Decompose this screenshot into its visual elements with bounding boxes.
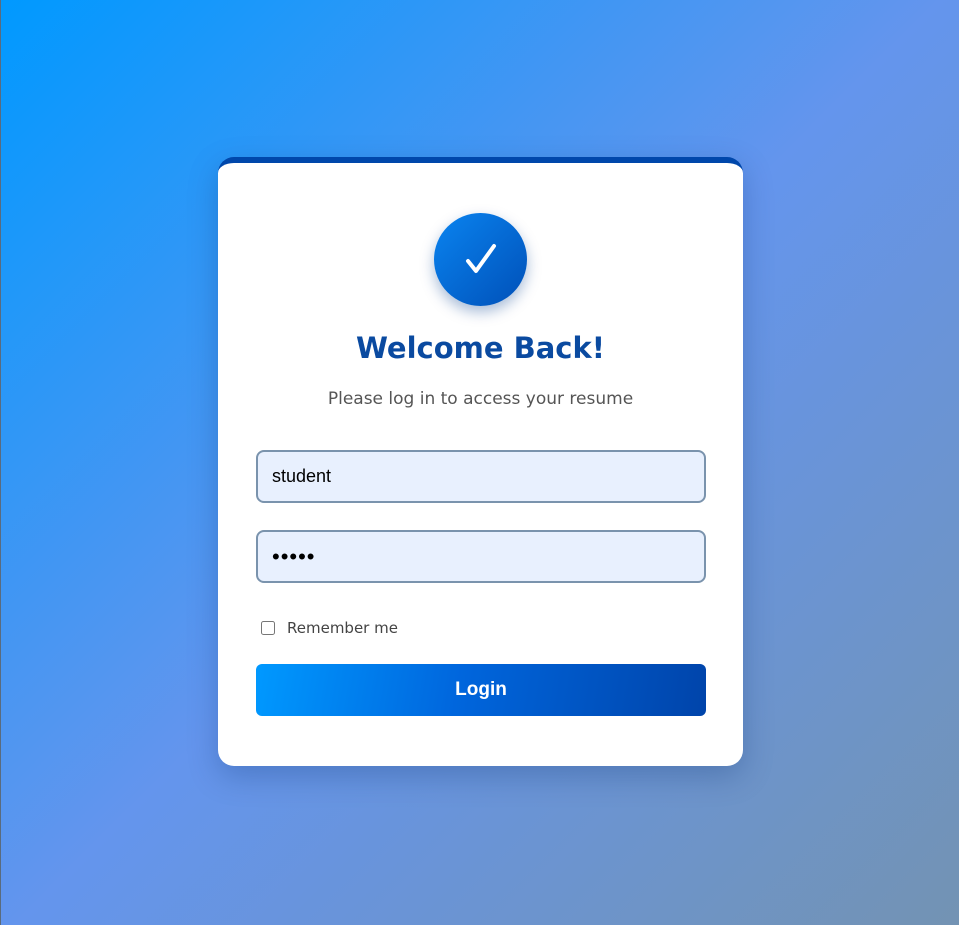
page-title: Welcome Back!: [355, 331, 606, 365]
logo-badge: [434, 213, 527, 306]
checkmark-icon: [465, 243, 496, 273]
remember-me-label: Remember me: [287, 619, 398, 637]
login-button[interactable]: Login: [256, 664, 706, 716]
window-edge: [0, 0, 1, 925]
login-card: Welcome Back! Please log in to access yo…: [218, 157, 743, 766]
password-input[interactable]: [256, 530, 706, 583]
username-input[interactable]: [256, 450, 706, 503]
page-subtitle: Please log in to access your resume: [327, 389, 634, 409]
remember-me-row[interactable]: Remember me: [261, 619, 398, 637]
remember-me-checkbox[interactable]: [261, 621, 275, 635]
